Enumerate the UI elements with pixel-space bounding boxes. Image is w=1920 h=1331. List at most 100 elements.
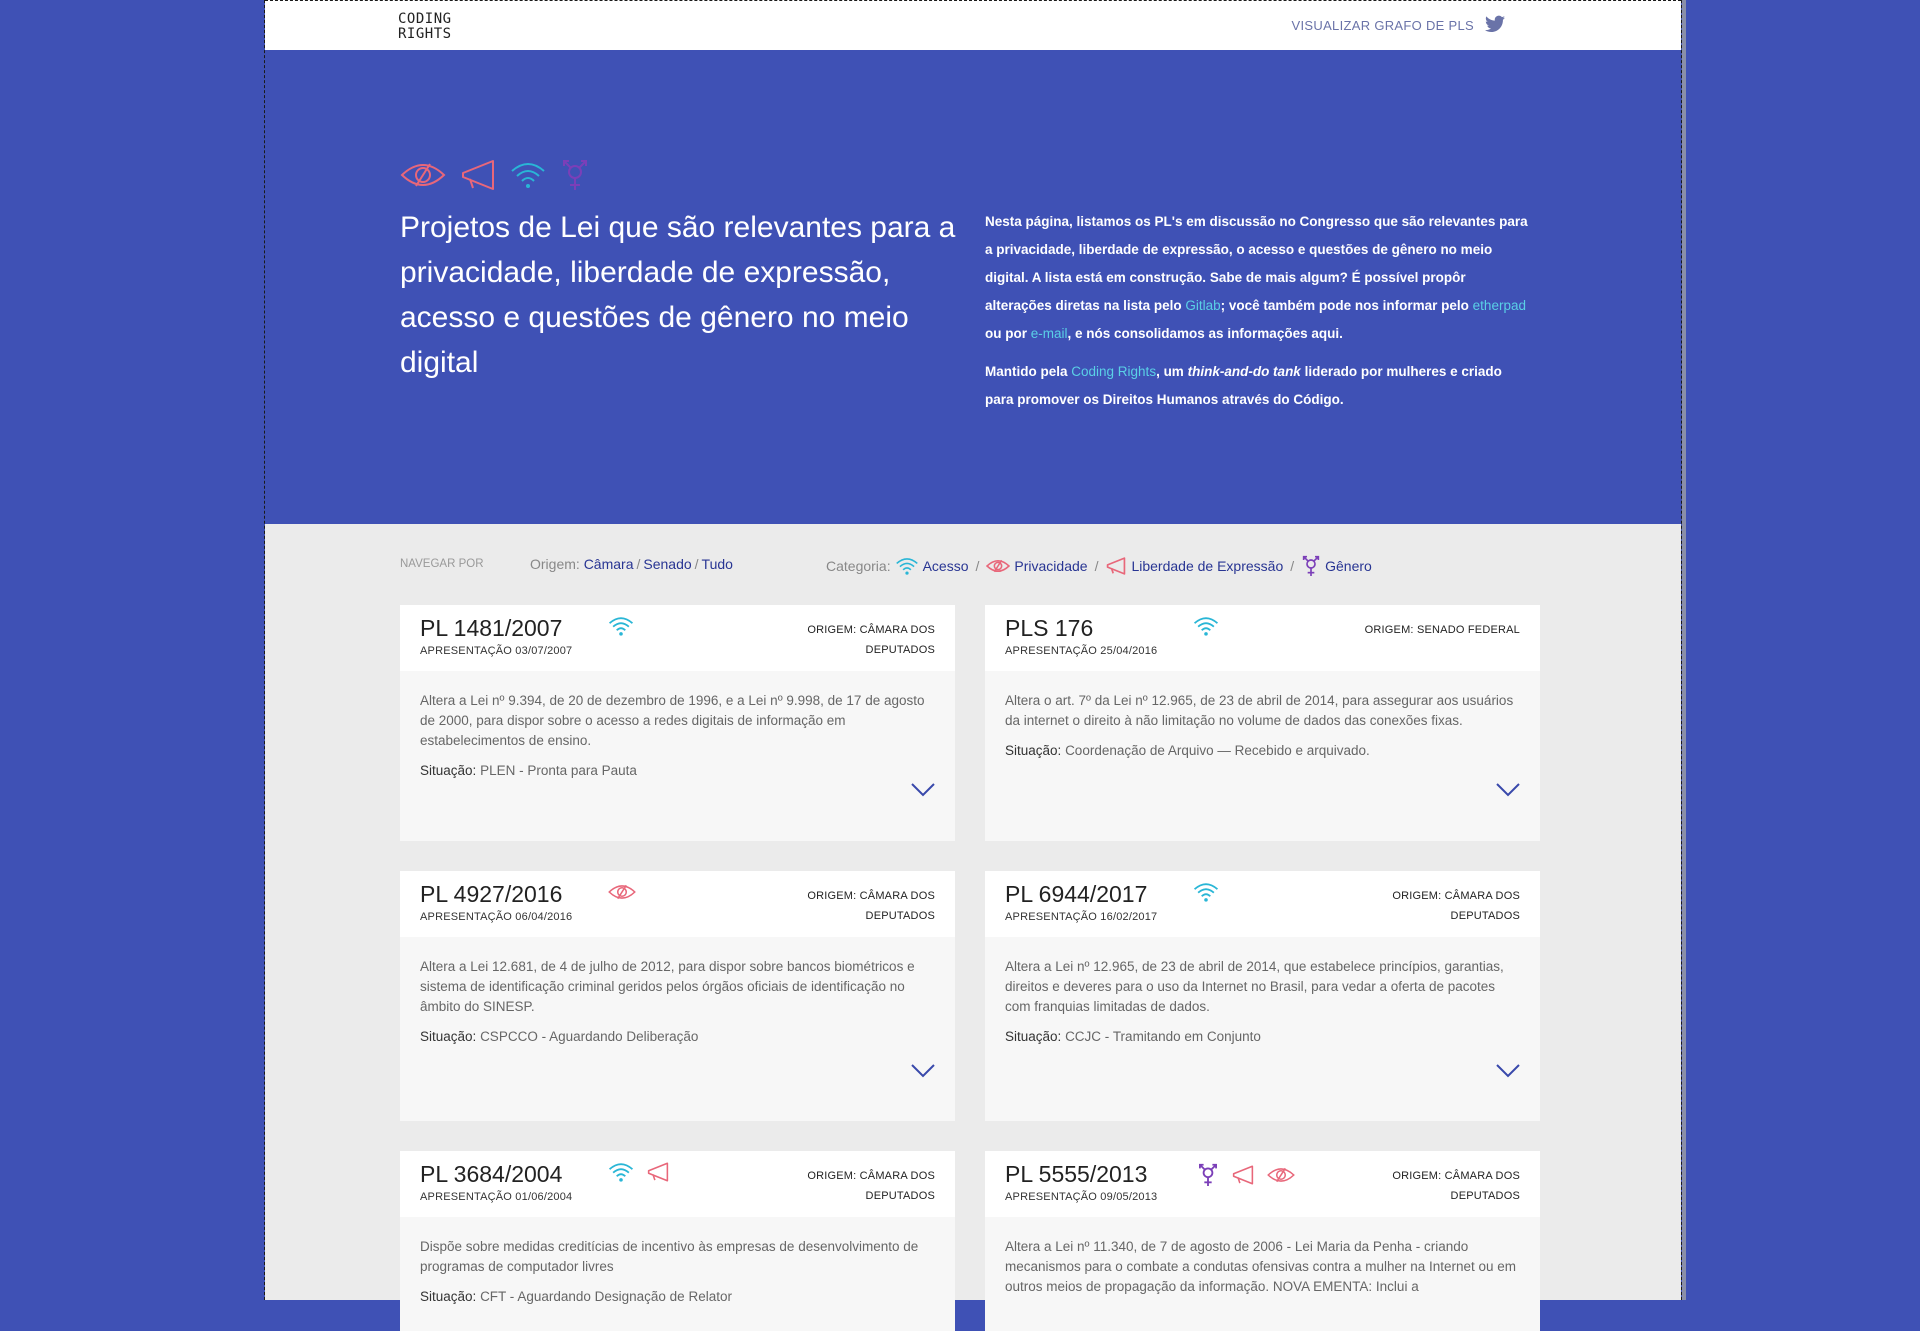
- megaphone-icon: [1232, 1165, 1254, 1185]
- eye-slash-icon: [400, 163, 446, 187]
- bill-card[interactable]: PL 1481/2007 APRESENTAÇÃO 03/07/2007 ORI…: [400, 605, 955, 841]
- bill-category-icons: [608, 882, 636, 902]
- bill-status: Situação: CFT - Aguardando Designação de…: [420, 1287, 935, 1307]
- logo-line-1: CODING: [398, 11, 452, 27]
- bill-date: APRESENTAÇÃO 06/04/2016: [420, 911, 573, 923]
- megaphone-icon: [647, 1162, 669, 1182]
- bill-number: PL 3684/2004: [420, 1161, 563, 1187]
- bill-card-body: Dispõe sobre medidas creditícias de ince…: [400, 1217, 955, 1307]
- bill-card-header: PL 5555/2013 APRESENTAÇÃO 09/05/2013 ORI…: [985, 1151, 1540, 1217]
- status-label: Situação:: [1005, 743, 1062, 758]
- bill-card[interactable]: PL 3684/2004 APRESENTAÇÃO 01/06/2004 ORI…: [400, 1151, 955, 1331]
- bill-summary: Altera a Lei 12.681, de 4 de julho de 20…: [420, 959, 915, 1014]
- status-value: Coordenação de Arquivo — Recebido e arqu…: [1065, 743, 1370, 758]
- category-filter: Categoria: Acesso / Privacidade / Liberdad…: [826, 554, 1372, 578]
- gender-icon: [1302, 555, 1320, 576]
- bill-summary: Altera o art. 7º da Lei nº 12.965, de 23…: [1005, 693, 1514, 728]
- separator: /: [975, 558, 980, 574]
- gitlab-link[interactable]: Gitlab: [1185, 298, 1220, 313]
- origin-label: Origem:: [530, 556, 580, 572]
- bill-status: Situação: CSPCCO - Aguardando Deliberaçã…: [420, 1027, 935, 1047]
- bill-origin: ORIGEM: CÂMARA DOS DEPUTADOS: [807, 624, 935, 656]
- bill-number: PLS 176: [1005, 615, 1094, 641]
- chevron-down-icon[interactable]: [911, 1064, 935, 1078]
- bill-card-header: PL 6944/2017 APRESENTAÇÃO 16/02/2017 ORI…: [985, 871, 1540, 937]
- origin-option-tudo[interactable]: Tudo: [702, 556, 733, 572]
- description-paragraph: Nesta página, listamos os PL's em discus…: [985, 208, 1530, 348]
- bill-status: Situação: CCJC - Tramitando em Conjunto: [1005, 1027, 1520, 1047]
- megaphone-icon: [1107, 557, 1126, 575]
- bill-card-body: Altera o art. 7º da Lei nº 12.965, de 23…: [985, 671, 1540, 761]
- bill-number: PL 5555/2013: [1005, 1161, 1148, 1187]
- hero-description: Nesta página, listamos os PL's em discus…: [985, 208, 1530, 424]
- bill-card-header: PL 1481/2007 APRESENTAÇÃO 03/07/2007 ORI…: [400, 605, 955, 671]
- bill-summary: Dispõe sobre medidas creditícias de ince…: [420, 1239, 919, 1274]
- gender-icon: [563, 160, 587, 190]
- category-option-liberdade[interactable]: Liberdade de Expressão: [1131, 558, 1283, 574]
- coding-rights-logo[interactable]: CODING RIGHTS: [398, 12, 452, 42]
- view-graph-link[interactable]: VISUALIZAR GRAFO DE PLS: [1292, 18, 1474, 33]
- coding-rights-link[interactable]: Coding Rights: [1071, 364, 1156, 379]
- chevron-down-icon[interactable]: [1496, 1064, 1520, 1078]
- bill-number: PL 4927/2016: [420, 881, 563, 907]
- email-link[interactable]: e-mail: [1031, 326, 1068, 341]
- bill-card-body: Altera a Lei nº 9.394, de 20 de dezembro…: [400, 671, 955, 781]
- think-and-do-tank-text: think-and-do tank: [1187, 364, 1301, 379]
- bill-card[interactable]: PLS 176 APRESENTAÇÃO 25/04/2016 ORIGEM: …: [985, 605, 1540, 841]
- bill-date: APRESENTAÇÃO 01/06/2004: [420, 1191, 573, 1203]
- eye-slash-icon: [1267, 1167, 1295, 1183]
- bill-summary: Altera a Lei nº 11.340, de 7 de agosto d…: [1005, 1239, 1517, 1294]
- page: CODING RIGHTS VISUALIZAR GRAFO DE PLS Pr…: [264, 0, 1682, 1331]
- bill-card-body: Altera a Lei nº 11.340, de 7 de agosto d…: [985, 1217, 1540, 1297]
- wifi-icon: [511, 163, 545, 188]
- hero-title: Projetos de Lei que são relevantes para …: [400, 211, 956, 379]
- maintained-text-1: Mantido pela: [985, 364, 1072, 379]
- bill-summary: Altera a Lei nº 12.965, de 23 de abril d…: [1005, 959, 1504, 1014]
- bill-card-body: Altera a Lei 12.681, de 4 de julho de 20…: [400, 937, 955, 1047]
- origin-filter: Origem: Câmara / Senado / Tudo: [530, 556, 733, 572]
- origin-option-senado[interactable]: Senado: [643, 556, 691, 572]
- bill-card[interactable]: PL 5555/2013 APRESENTAÇÃO 09/05/2013 ORI…: [985, 1151, 1540, 1331]
- bill-card-header: PLS 176 APRESENTAÇÃO 25/04/2016 ORIGEM: …: [985, 605, 1540, 671]
- bill-category-icons: [1197, 1162, 1295, 1188]
- category-option-acesso[interactable]: Acesso: [923, 558, 969, 574]
- wifi-icon: [1193, 617, 1219, 636]
- desc-text-4: , e nós consolidamos as informações aqui…: [1067, 326, 1343, 341]
- bill-number: PL 6944/2017: [1005, 881, 1148, 907]
- separator: /: [694, 556, 699, 572]
- top-navbar: CODING RIGHTS VISUALIZAR GRAFO DE PLS: [265, 0, 1681, 50]
- maintained-paragraph: Mantido pela Coding Rights, um think-and…: [985, 358, 1530, 414]
- bill-status: Situação: PLEN - Pronta para Pauta: [420, 761, 935, 781]
- category-option-privacidade[interactable]: Privacidade: [1014, 558, 1087, 574]
- bill-number: PL 1481/2007: [420, 615, 563, 641]
- bill-card[interactable]: PL 6944/2017 APRESENTAÇÃO 16/02/2017 ORI…: [985, 871, 1540, 1121]
- status-label: Situação:: [1005, 1029, 1062, 1044]
- bill-origin: ORIGEM: CÂMARA DOS DEPUTADOS: [1392, 1170, 1520, 1202]
- desc-text-3: ou por: [985, 326, 1031, 341]
- bill-category-icons: [608, 1162, 670, 1182]
- bill-date: APRESENTAÇÃO 03/07/2007: [420, 645, 573, 657]
- chevron-down-icon[interactable]: [1496, 783, 1520, 797]
- etherpad-link[interactable]: etherpad: [1473, 298, 1526, 313]
- bill-card[interactable]: PL 4927/2016 APRESENTAÇÃO 06/04/2016 ORI…: [400, 871, 955, 1121]
- status-label: Situação:: [420, 1289, 477, 1304]
- bill-origin: ORIGEM: SENADO FEDERAL: [1364, 624, 1520, 636]
- twitter-icon[interactable]: [1485, 15, 1505, 33]
- category-option-genero[interactable]: Gênero: [1325, 558, 1372, 574]
- separator: /: [1094, 558, 1099, 574]
- browse-by-label: NAVEGAR POR: [400, 558, 484, 570]
- status-value: CCJC - Tramitando em Conjunto: [1065, 1029, 1261, 1044]
- category-label: Categoria:: [826, 558, 891, 574]
- wifi-icon: [1193, 883, 1219, 902]
- wifi-icon: [608, 617, 634, 636]
- filter-bar: NAVEGAR POR Origem: Câmara / Senado / Tudo C…: [400, 554, 1550, 586]
- chevron-down-icon[interactable]: [911, 783, 935, 797]
- bill-status: Situação: Coordenação de Arquivo — Receb…: [1005, 741, 1520, 761]
- status-label: Situação:: [420, 1029, 477, 1044]
- bill-origin: ORIGEM: CÂMARA DOS DEPUTADOS: [807, 1170, 935, 1202]
- bill-card-header: PL 4927/2016 APRESENTAÇÃO 06/04/2016 ORI…: [400, 871, 955, 937]
- bill-date: APRESENTAÇÃO 16/02/2017: [1005, 911, 1158, 923]
- eye-slash-icon: [608, 884, 636, 900]
- origin-option-camara[interactable]: Câmara: [584, 556, 634, 572]
- status-value: CFT - Aguardando Designação de Relator: [480, 1289, 732, 1304]
